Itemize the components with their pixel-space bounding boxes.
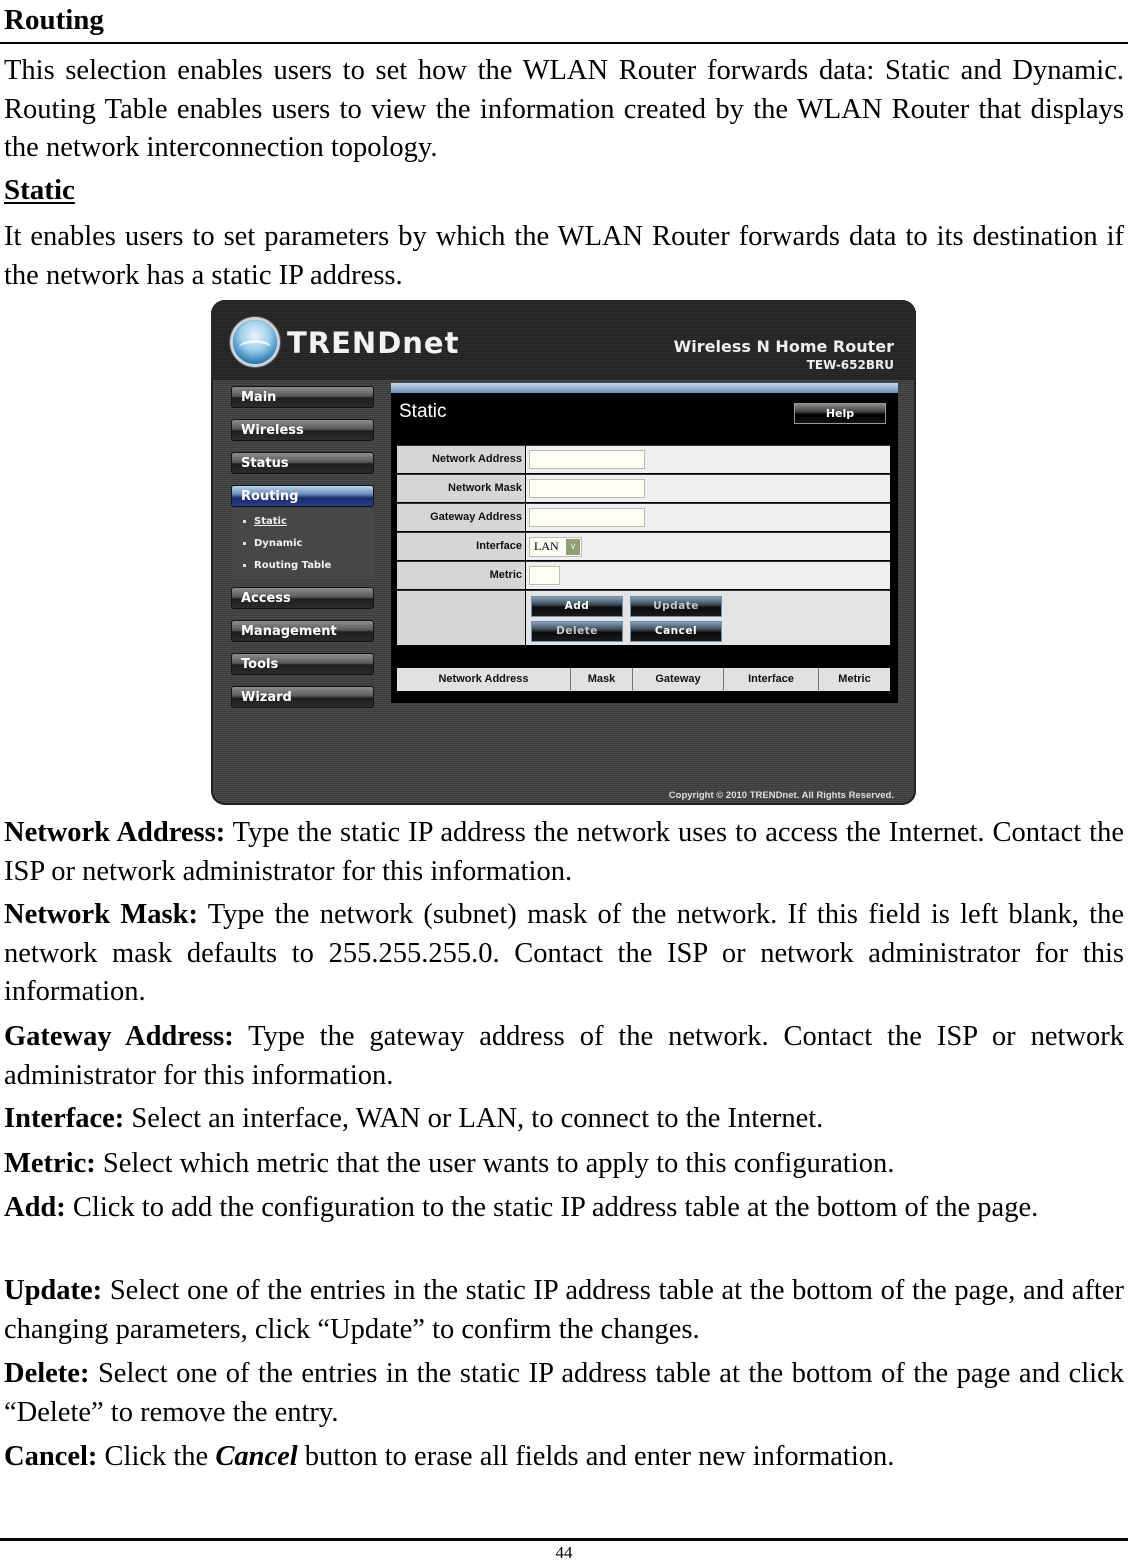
network-address-input[interactable] [529, 450, 645, 469]
metric-label: Metric [397, 562, 525, 589]
brand-logo-text: TRENDnet [287, 326, 460, 360]
network-mask-label: Network Mask [397, 475, 525, 502]
subnav-static-label: Static [254, 516, 287, 527]
product-name: Wireless N Home Router [673, 337, 894, 356]
col-interface: Interface [724, 668, 819, 691]
network-address-label: Network Address [397, 446, 525, 473]
static-route-panel: Static Help Network Address Network Mask… [391, 383, 898, 703]
row-network-address: Network Address [397, 445, 890, 473]
add-button[interactable]: Add [531, 596, 623, 617]
term-interface: Interface: [4, 1103, 125, 1134]
interface-label: Interface [397, 533, 525, 560]
subnav-dynamic[interactable]: Dynamic [243, 538, 302, 549]
nav-tools[interactable]: Tools [231, 653, 374, 675]
actions-cell: Add Update Delete Cancel [526, 591, 890, 645]
panel-title: Static [399, 401, 447, 422]
nav-management[interactable]: Management [231, 620, 374, 642]
desc-metric-text: Select which metric that the user wants … [95, 1148, 895, 1179]
product-model: TEW-652BRU [806, 358, 894, 372]
desc-delete: Delete: Select one of the entries in the… [4, 1355, 1124, 1432]
static-route-table-header: Network Address Mask Gateway Interface M… [397, 668, 890, 691]
bullet-icon [243, 563, 246, 567]
copyright-text: Copyright © 2010 TRENDnet. All Rights Re… [668, 790, 894, 801]
desc-network-address: Network Address: Type the static IP addr… [4, 814, 1124, 891]
subnav-routing-table-label: Routing Table [254, 560, 332, 571]
interface-selected-value: LAN [534, 539, 559, 553]
col-gateway: Gateway [633, 668, 724, 691]
help-button[interactable]: Help [794, 403, 886, 424]
nav-wireless[interactable]: Wireless [231, 419, 374, 441]
nav-status[interactable]: Status [231, 452, 374, 474]
subnav-dynamic-label: Dynamic [254, 538, 303, 549]
bullet-icon [243, 519, 246, 523]
term-network-address: Network Address: [4, 817, 226, 848]
row-metric: Metric [397, 561, 890, 589]
network-address-cell [526, 446, 890, 473]
actions-label-cell [397, 591, 525, 645]
row-network-mask: Network Mask [397, 474, 890, 502]
col-network-address: Network Address [397, 668, 571, 691]
update-button[interactable]: Update [630, 596, 722, 617]
desc-update: Update: Select one of the entries in the… [4, 1272, 1124, 1349]
page-number: 44 [555, 1543, 573, 1562]
desc-cancel-emphasis: Cancel [215, 1441, 298, 1472]
desc-interface: Interface: Select an interface, WAN or L… [4, 1100, 1124, 1139]
subsection-intro: It enables users to set parameters by wh… [4, 221, 1124, 291]
chevron-down-icon[interactable]: ∨ [566, 539, 580, 555]
heading-rule [0, 42, 1128, 44]
routing-submenu: Static Dynamic Routing Table [231, 508, 374, 578]
desc-add: Add: Click to add the configuration to t… [4, 1189, 1124, 1228]
term-gateway-address: Gateway Address: [4, 1021, 234, 1052]
desc-add-text: Click to add the configuration to the st… [65, 1192, 1039, 1223]
trendnet-logo-icon [233, 320, 277, 364]
metric-input[interactable] [529, 566, 560, 585]
delete-button[interactable]: Delete [531, 621, 623, 642]
intro-paragraph: This selection enables users to set how … [4, 55, 1124, 163]
subsection-heading: Static [4, 174, 75, 206]
router-header: TRENDnet Wireless N Home Router TEW-652B… [211, 300, 916, 380]
desc-metric: Metric: Select which metric that the use… [4, 1145, 1124, 1184]
desc-gateway-address: Gateway Address: Type the gateway addres… [4, 1018, 1124, 1095]
metric-cell [526, 562, 890, 589]
col-mask: Mask [571, 668, 633, 691]
desc-update-text: Select one of the entries in the static … [4, 1275, 1124, 1345]
desc-network-mask: Network Mask: Type the network (subnet) … [4, 896, 1124, 1012]
nav-routing[interactable]: Routing [231, 485, 374, 507]
router-screenshot: TRENDnet Wireless N Home Router TEW-652B… [211, 300, 916, 805]
row-interface: Interface LAN ∨ [397, 532, 890, 560]
subnav-static[interactable]: Static [243, 516, 287, 527]
desc-cancel: Cancel: Click the Cancel button to erase… [4, 1438, 1124, 1477]
term-network-mask: Network Mask: [4, 899, 198, 930]
network-mask-cell [526, 475, 890, 502]
network-mask-input[interactable] [529, 479, 645, 498]
interface-select[interactable]: LAN ∨ [529, 537, 582, 557]
col-metric: Metric [838, 673, 871, 685]
desc-cancel-text-before: Click the [97, 1441, 216, 1472]
footer-rule [0, 1538, 1128, 1541]
subnav-routing-table[interactable]: Routing Table [243, 560, 331, 571]
nav-main[interactable]: Main [231, 386, 374, 408]
nav-access[interactable]: Access [231, 587, 374, 609]
section-heading: Routing [4, 4, 104, 36]
gateway-address-cell [526, 504, 890, 531]
desc-delete-text: Select one of the entries in the static … [4, 1358, 1124, 1428]
gateway-address-label: Gateway Address [397, 504, 525, 531]
desc-interface-text: Select an interface, WAN or LAN, to conn… [124, 1103, 824, 1134]
nav-wizard[interactable]: Wizard [231, 686, 374, 708]
gateway-address-input[interactable] [529, 508, 645, 527]
term-add: Add: [4, 1192, 66, 1223]
term-metric: Metric: [4, 1148, 96, 1179]
term-delete: Delete: [4, 1358, 90, 1389]
bullet-icon [243, 541, 246, 545]
desc-cancel-text-after: button to erase all fields and enter new… [297, 1441, 895, 1472]
term-cancel: Cancel: [4, 1441, 98, 1472]
row-gateway-address: Gateway Address [397, 503, 890, 531]
cancel-button[interactable]: Cancel [630, 621, 722, 642]
term-update: Update: [4, 1275, 103, 1306]
interface-cell: LAN ∨ [526, 533, 890, 560]
row-actions: Add Update Delete Cancel [397, 590, 890, 645]
